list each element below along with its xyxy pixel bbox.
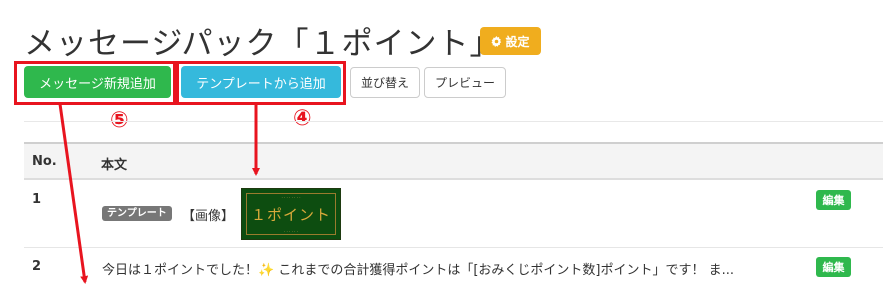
column-header-no: No. — [32, 154, 57, 169]
settings-label: 設定 — [505, 34, 530, 49]
divider — [24, 121, 883, 122]
highlight-box-add-from-template — [176, 61, 346, 105]
thumbnail-decoration: · · · · · · — [284, 229, 298, 234]
image-type-label: 【画像】 — [182, 209, 235, 224]
table-header: No. 本文 — [24, 142, 883, 180]
preview-button[interactable]: プレビュー — [424, 67, 506, 98]
highlight-box-add-message — [14, 61, 176, 105]
template-badge: テンプレート — [102, 206, 172, 221]
thumbnail-text: １ポイント — [250, 206, 331, 224]
edit-button[interactable]: 編集 — [816, 257, 851, 277]
sort-button[interactable]: 並び替え — [350, 67, 420, 98]
gear-icon — [491, 35, 502, 47]
message-text: 今日は１ポイントでした！✨ これまでの合計獲得ポイントは「[おみくじポイント数]… — [102, 263, 734, 278]
image-thumbnail[interactable]: · · · · · · · · １ポイント · · · · · · — [241, 188, 341, 240]
page-title: メッセージパック「１ポイント」 — [24, 26, 502, 62]
settings-button[interactable]: 設定 — [480, 27, 541, 55]
table-row: 1 テンプレート 【画像】 · · · · · · · · １ポイント · · … — [24, 180, 883, 248]
column-header-body: 本文 — [101, 158, 128, 173]
row-number: 1 — [32, 192, 42, 207]
annotation-marker-4: ④ — [293, 106, 312, 131]
row-number: 2 — [32, 259, 42, 274]
edit-button[interactable]: 編集 — [816, 190, 851, 210]
thumbnail-decoration: · · · · · · · · — [281, 195, 301, 200]
table-row: 2 今日は１ポイントでした！✨ これまでの合計獲得ポイントは「[おみくじポイント… — [24, 248, 883, 288]
